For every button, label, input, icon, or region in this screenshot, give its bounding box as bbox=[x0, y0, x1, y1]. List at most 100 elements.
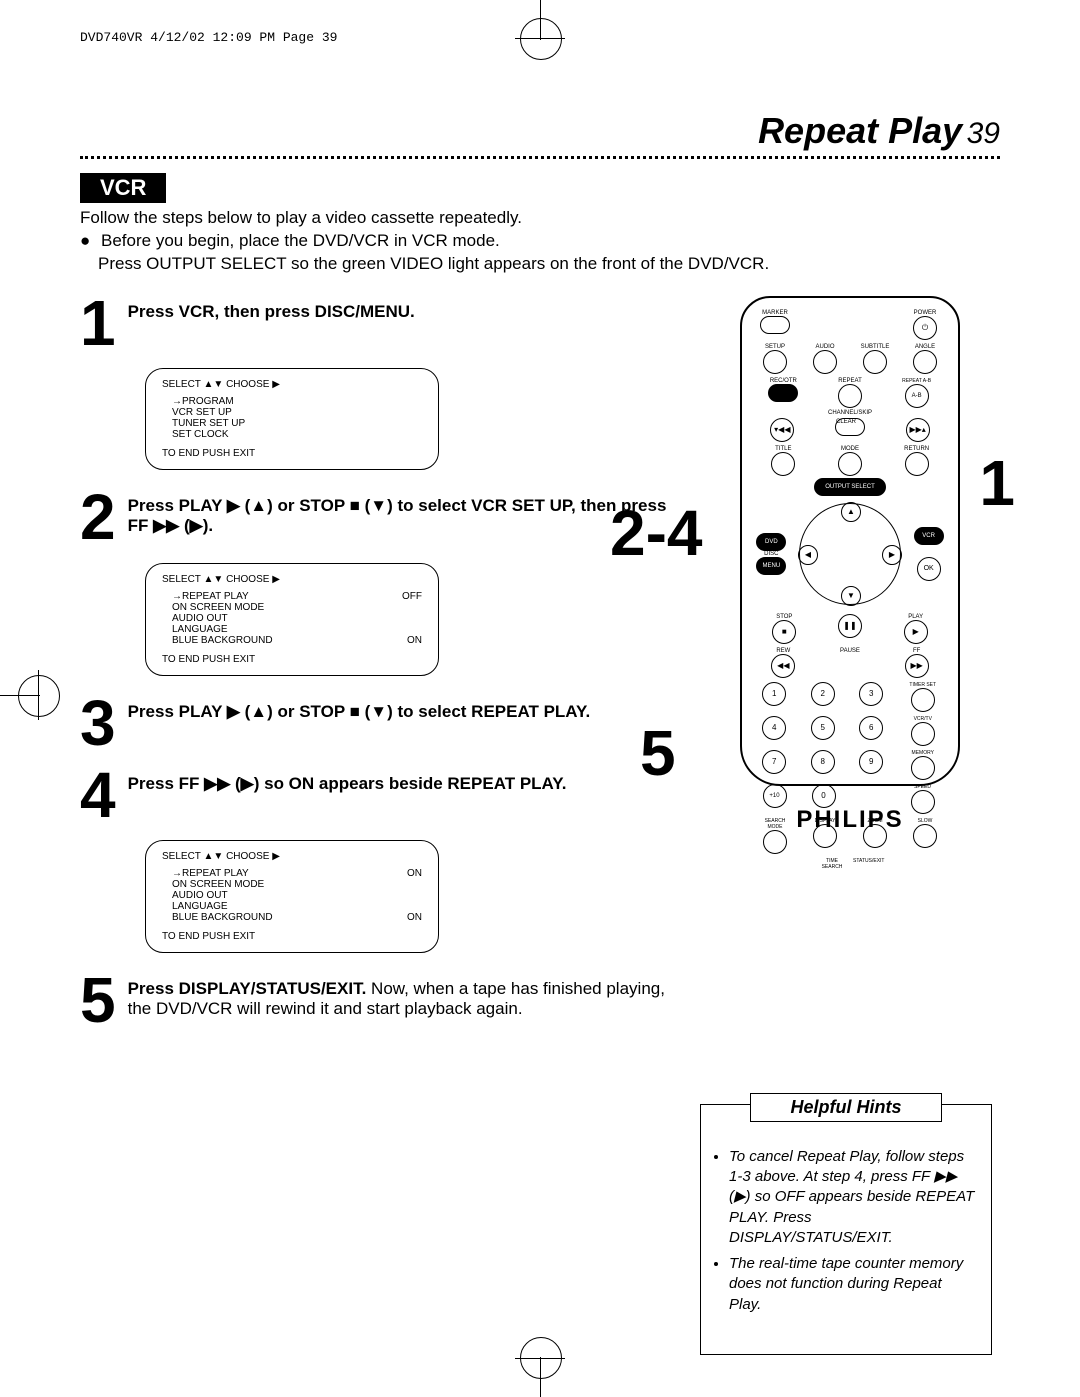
num-8: 8 bbox=[811, 750, 835, 774]
left-button: ◀ bbox=[798, 545, 818, 565]
osd-line: →PROGRAM bbox=[162, 396, 422, 407]
osd-header: SELECT ▲▼ CHOOSE ▶ bbox=[162, 574, 422, 585]
remote-label: SEARCH MODE bbox=[760, 818, 790, 830]
return-button bbox=[905, 452, 929, 476]
dvd-button: DVD bbox=[756, 533, 786, 551]
setup-button bbox=[763, 350, 787, 374]
repeat-button bbox=[838, 384, 862, 408]
remote-label: MODE bbox=[835, 446, 865, 452]
step-number: 4 bbox=[80, 768, 116, 822]
step-bold: Press PLAY ▶ (▲) or STOP ■ (▼) to select… bbox=[128, 702, 591, 721]
pause-button: ❚❚ bbox=[838, 614, 862, 638]
remote-label: OK bbox=[924, 565, 934, 572]
osd-1: SELECT ▲▼ CHOOSE ▶ →PROGRAM VCR SET UP T… bbox=[145, 368, 439, 470]
osd-value: ON bbox=[407, 912, 422, 923]
ff-button: ▶▶ bbox=[905, 654, 929, 678]
step-number: 1 bbox=[80, 296, 116, 350]
play-button: ▶ bbox=[904, 620, 928, 644]
hints-header: Helpful Hints bbox=[750, 1093, 942, 1122]
osd-item: BLUE BACKGROUND bbox=[172, 635, 273, 646]
remote-label: MARKER bbox=[760, 310, 790, 316]
remote-label: SLOW bbox=[910, 818, 940, 824]
num-3: 3 bbox=[859, 682, 883, 706]
osd-footer: TO END PUSH EXIT bbox=[162, 931, 422, 942]
hint-item: To cancel Repeat Play, follow steps 1-3 … bbox=[729, 1147, 977, 1248]
num-2: 2 bbox=[811, 682, 835, 706]
step-bold: Press FF ▶▶ (▶) so ON appears beside REP… bbox=[128, 774, 567, 793]
crop-mark bbox=[520, 1337, 562, 1379]
remote-label: AUDIO bbox=[810, 344, 840, 350]
step-5: 5 Press DISPLAY/STATUS/EXIT. Now, when a… bbox=[80, 973, 670, 1027]
up-button: ▲ bbox=[841, 502, 861, 522]
stop-button: ■ bbox=[772, 620, 796, 644]
timer-set-button bbox=[911, 688, 935, 712]
intro-text: Follow the steps below to play a video c… bbox=[80, 207, 1000, 276]
intro-line: Before you begin, place the DVD/VCR in V… bbox=[101, 231, 500, 250]
remote-label: TIMER SET bbox=[908, 682, 938, 688]
osd-item: LANGUAGE bbox=[172, 901, 228, 912]
crop-mark bbox=[18, 675, 60, 717]
vcr-tv-button bbox=[911, 722, 935, 746]
title-button bbox=[771, 452, 795, 476]
manual-page: DVD740VR 4/12/02 12:09 PM Page 39 Repeat… bbox=[0, 0, 1080, 1397]
step-text: Press VCR, then press DISC/MENU. bbox=[128, 296, 415, 350]
menu-button: MENU bbox=[756, 557, 786, 575]
page-number: 39 bbox=[967, 117, 1000, 150]
rec-button bbox=[768, 384, 798, 402]
remote-label: STOP bbox=[769, 614, 799, 620]
remote-label: FF bbox=[902, 648, 932, 654]
rew-button: ◀◀ bbox=[771, 654, 795, 678]
remote-label: VCR/TV bbox=[908, 716, 938, 722]
remote-label: POWER bbox=[910, 310, 940, 316]
step-3: 3 Press PLAY ▶ (▲) or STOP ■ (▼) to sele… bbox=[80, 696, 670, 750]
osd-value: ON bbox=[407, 635, 422, 646]
remote-label: CLEAR bbox=[836, 419, 856, 425]
remote-label: REPEAT bbox=[835, 378, 865, 384]
osd-value: ON bbox=[407, 868, 422, 879]
remote-label: RETURN bbox=[902, 446, 932, 452]
osd-item: LANGUAGE bbox=[172, 624, 228, 635]
crop-mark bbox=[520, 18, 562, 60]
remote-label: CHANNEL/SKIP bbox=[750, 410, 950, 416]
vcr-label: VCR bbox=[80, 173, 166, 203]
remote-label: SPEED bbox=[908, 784, 938, 790]
osd-value: OFF bbox=[402, 591, 422, 602]
title-area: Repeat Play 39 bbox=[80, 110, 1000, 152]
down-button: ▼ bbox=[841, 586, 861, 606]
repeat-ab-button: A-B bbox=[905, 384, 929, 408]
section-header: VCR bbox=[80, 173, 1000, 203]
ok-button: OK bbox=[917, 557, 941, 581]
audio-button bbox=[813, 350, 837, 374]
hint-item: The real-time tape counter memory does n… bbox=[729, 1254, 977, 1315]
callout-24: 2-4 bbox=[610, 496, 703, 570]
remote-label: ANGLE bbox=[910, 344, 940, 350]
osd-item: →REPEAT PLAY bbox=[172, 868, 249, 879]
osd-item: ON SCREEN MODE bbox=[172, 879, 264, 890]
osd-header: SELECT ▲▼ CHOOSE ▶ bbox=[162, 851, 422, 862]
num-5: 5 bbox=[811, 716, 835, 740]
osd-line: VCR SET UP bbox=[162, 407, 422, 418]
remote-illustration: MARKER POWER⏻ SETUP AUDIO SUBTITLE ANGLE… bbox=[740, 296, 960, 786]
print-header: DVD740VR 4/12/02 12:09 PM Page 39 bbox=[80, 30, 337, 45]
step-text: Press FF ▶▶ (▶) so ON appears beside REP… bbox=[128, 768, 567, 822]
num-7: 7 bbox=[762, 750, 786, 774]
step-4: 4 Press FF ▶▶ (▶) so ON appears beside R… bbox=[80, 768, 670, 822]
remote-label: REW bbox=[768, 648, 798, 654]
remote-label: PAUSE bbox=[835, 648, 865, 654]
search-button bbox=[763, 830, 787, 854]
remote-label: MEMORY bbox=[908, 750, 938, 756]
intro-line: Follow the steps below to play a video c… bbox=[80, 207, 1000, 230]
osd-item: BLUE BACKGROUND bbox=[172, 912, 273, 923]
output-select-button: OUTPUT SELECT bbox=[814, 478, 886, 496]
helpful-hints-box: Helpful Hints To cancel Repeat Play, fol… bbox=[700, 1104, 992, 1355]
step-1: 1 Press VCR, then press DISC/MENU. bbox=[80, 296, 670, 350]
step-number: 2 bbox=[80, 490, 116, 544]
clear-button: CLEAR bbox=[835, 418, 865, 436]
step-bold: Press VCR, then press DISC/MENU. bbox=[128, 302, 415, 321]
brand-logo: PHILIPS bbox=[700, 806, 1000, 834]
memory-button bbox=[911, 756, 935, 780]
step-bold: Press DISPLAY/STATUS/EXIT. bbox=[128, 979, 367, 998]
next-button: ▶▶▴ bbox=[906, 418, 930, 442]
remote-label: TIME SEARCH bbox=[817, 858, 847, 870]
callout-5: 5 bbox=[640, 716, 676, 790]
